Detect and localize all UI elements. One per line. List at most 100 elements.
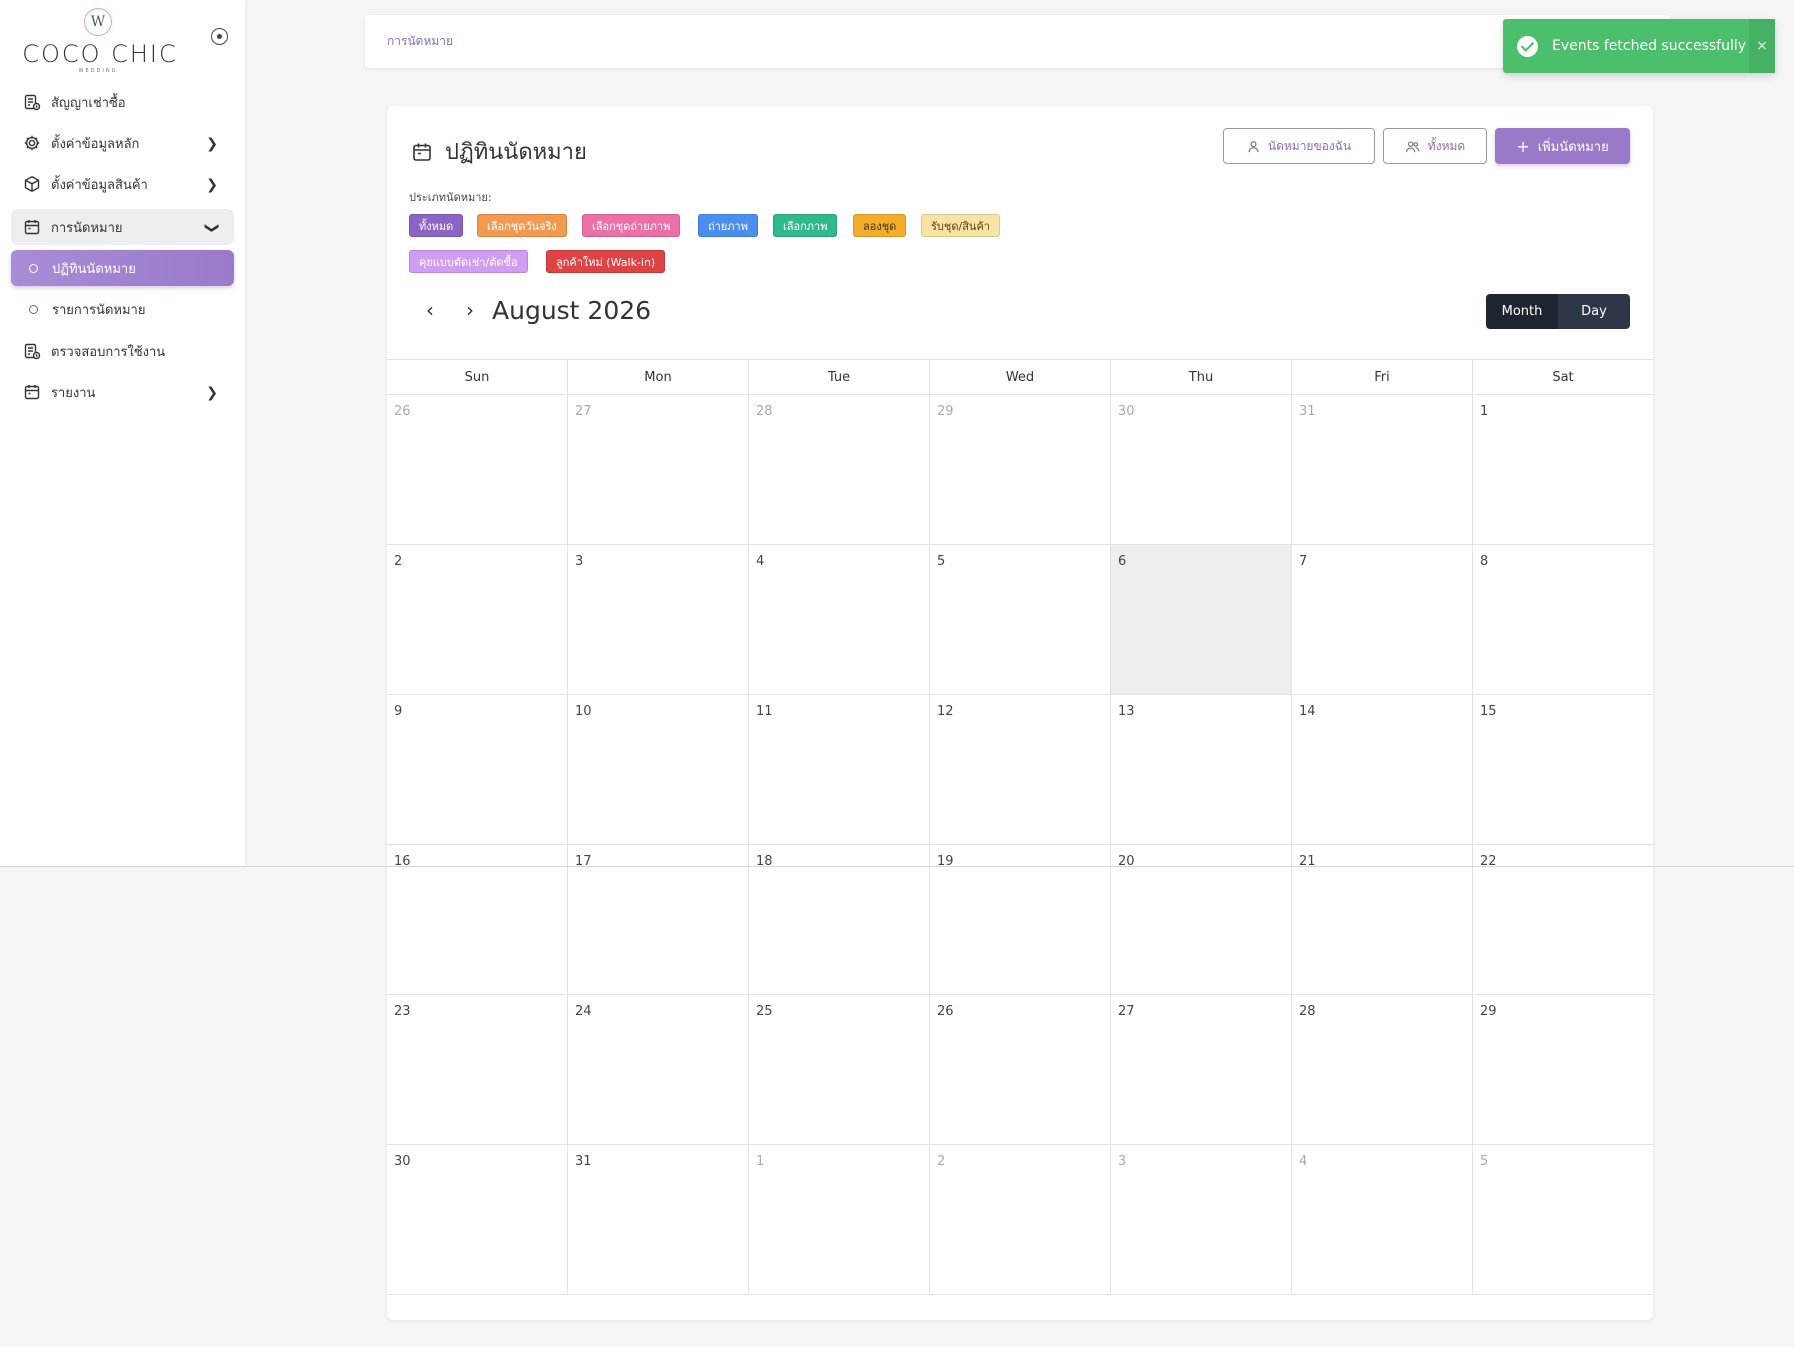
breadcrumb[interactable]: การนัดหมาย [387, 32, 453, 51]
type-chip-photoshoot-dress[interactable]: เลือกชุดถ่ายภาพ [582, 214, 681, 237]
day-number: 28 [1299, 1004, 1316, 1019]
calendar-day-cell[interactable]: 12 [930, 695, 1111, 844]
user-icon [1248, 140, 1259, 152]
sidebar-item-appointment-calendar[interactable]: ปฏิทินนัดหมาย [11, 250, 234, 286]
type-chip-walk-in[interactable]: ลูกค้าใหม่ (Walk-in) [546, 250, 666, 273]
day-view-button[interactable]: Day [1558, 294, 1630, 329]
calendar-week: 26 27 28 29 30 31 1 [387, 395, 1653, 545]
day-number: 6 [1118, 554, 1127, 569]
sidebar-item-appointments[interactable]: การนัดหมาย ❯ [11, 209, 234, 245]
chevron-down-icon: ❯ [204, 222, 221, 234]
type-chip-fitting[interactable]: ลองชุด [853, 214, 907, 237]
calendar-week: 9 10 11 12 13 14 15 [387, 695, 1653, 845]
calendar-day-cell[interactable]: 19 [930, 845, 1111, 994]
calendar-day-cell[interactable]: 3 [1111, 1145, 1292, 1294]
add-appointment-button[interactable]: + เพิ่มนัดหมาย [1495, 128, 1630, 164]
day-number: 26 [937, 1004, 954, 1019]
day-number: 1 [1480, 404, 1489, 419]
toast-close-button[interactable]: × [1749, 19, 1775, 73]
calendar-day-cell[interactable]: 27 [1111, 995, 1292, 1144]
day-number: 2 [937, 1154, 946, 1169]
calendar-day-cell[interactable]: 1 [749, 1145, 930, 1294]
calendar-day-cell[interactable]: 4 [1292, 1145, 1473, 1294]
calendar-week: 2 3 4 5 6 7 8 [387, 545, 1653, 695]
sidebar-item-usage-audit[interactable]: ตรวจสอบการใช้งาน [11, 333, 234, 369]
calendar-day-cell[interactable]: 5 [930, 545, 1111, 694]
calendar-day-cell[interactable]: 28 [749, 395, 930, 544]
calendar-day-cell[interactable]: 25 [749, 995, 930, 1144]
brand-logo[interactable]: W COCO CHIC WEDDING [18, 4, 178, 74]
calendar-day-cell[interactable]: 22 [1473, 845, 1653, 994]
calendar-day-cell[interactable]: 31 [568, 1145, 749, 1294]
day-number: 4 [756, 554, 765, 569]
sidebar-collapse-icon[interactable] [211, 28, 228, 45]
type-chip-pickup[interactable]: รับชุด/สินค้า [921, 214, 1000, 237]
calendar-day-cell[interactable]: 20 [1111, 845, 1292, 994]
day-number: 13 [1118, 704, 1135, 719]
contract-icon [24, 94, 41, 111]
weekday-header: Sun Mon Tue Wed Thu Fri Sat [387, 359, 1653, 395]
calendar-day-cell[interactable]: 24 [568, 995, 749, 1144]
calendar-day-cell[interactable]: 28 [1292, 995, 1473, 1144]
calendar-day-cell[interactable]: 2 [930, 1145, 1111, 1294]
calendar-day-cell[interactable]: 21 [1292, 845, 1473, 994]
type-chip-photo[interactable]: ถ่ายภาพ [698, 214, 758, 237]
calendar-day-cell[interactable]: 30 [1111, 395, 1292, 544]
day-number: 3 [1118, 1154, 1127, 1169]
calendar-day-cell[interactable]: 9 [387, 695, 568, 844]
calendar-day-cell[interactable]: 27 [568, 395, 749, 544]
calendar-day-cell[interactable]: 8 [1473, 545, 1653, 694]
type-chip-wedding-dress[interactable]: เลือกชุดวันจริง [477, 214, 567, 237]
calendar-day-cell[interactable]: 26 [387, 395, 568, 544]
calendar-day-cell[interactable]: 31 [1292, 395, 1473, 544]
day-number: 31 [575, 1154, 592, 1169]
type-chip-consult[interactable]: คุยแบบตัดเช่า/ตัดซื้อ [409, 250, 528, 273]
day-number: 9 [394, 704, 403, 719]
calendar-day-cell[interactable]: 29 [930, 395, 1111, 544]
calendar-day-cell[interactable]: 13 [1111, 695, 1292, 844]
audit-icon [24, 343, 41, 360]
sidebar-item-rental-contract[interactable]: สัญญาเช่าซื้อ [11, 84, 234, 120]
page-title-text: ปฏิทินนัดหมาย [445, 140, 587, 165]
calendar-day-cell[interactable]: 17 [568, 845, 749, 994]
all-appointments-button[interactable]: ทั้งหมด [1383, 128, 1487, 164]
calendar-day-cell[interactable]: 15 [1473, 695, 1653, 844]
calendar-day-cell[interactable]: 2 [387, 545, 568, 694]
calendar-day-cell[interactable]: 23 [387, 995, 568, 1144]
calendar-day-cell[interactable]: 11 [749, 695, 930, 844]
calendar-day-cell[interactable]: 4 [749, 545, 930, 694]
prev-month-icon[interactable]: ‹ [420, 298, 440, 322]
sidebar: W COCO CHIC WEDDING สัญญาเช่าซื้อ ตั้งค่… [0, 0, 245, 866]
sidebar-item-reports[interactable]: รายงาน ❯ [11, 374, 234, 410]
next-month-icon[interactable]: › [460, 298, 480, 322]
type-chip-all[interactable]: ทั้งหมด [409, 214, 464, 237]
type-chip-select-photo[interactable]: เลือกภาพ [773, 214, 838, 237]
calendar-day-cell[interactable]: 14 [1292, 695, 1473, 844]
weekday-label: Wed [930, 360, 1111, 394]
calendar-day-cell[interactable]: 1 [1473, 395, 1653, 544]
calendar-day-cell[interactable]: 29 [1473, 995, 1653, 1144]
my-appointments-button[interactable]: นัดหมายของฉัน [1223, 128, 1375, 164]
calendar-day-cell[interactable]: 7 [1292, 545, 1473, 694]
day-number: 28 [756, 404, 773, 419]
sidebar-item-master-settings[interactable]: ตั้งค่าข้อมูลหลัก ❯ [11, 125, 234, 161]
calendar-day-cell[interactable]: 10 [568, 695, 749, 844]
appointment-type-label: ประเภทนัดหมาย: [409, 191, 492, 204]
page-title: ปฏิทินนัดหมาย [411, 134, 587, 169]
calendar-day-cell[interactable]: 16 [387, 845, 568, 994]
weekday-label: Mon [568, 360, 749, 394]
sidebar-item-appointment-list[interactable]: รายการนัดหมาย [11, 291, 234, 327]
sidebar-item-label: รายงาน [51, 385, 96, 401]
logo-mark: W [84, 8, 112, 36]
calendar-day-cell[interactable]: 6 [1111, 545, 1292, 694]
sidebar-item-product-settings[interactable]: ตั้งค่าข้อมูลสินค้า ❯ [11, 166, 234, 202]
calendar-day-cell[interactable]: 18 [749, 845, 930, 994]
calendar-day-cell[interactable]: 30 [387, 1145, 568, 1294]
month-view-button[interactable]: Month [1486, 294, 1558, 329]
calendar-day-cell[interactable]: 26 [930, 995, 1111, 1144]
weekday-label: Fri [1292, 360, 1473, 394]
calendar-day-cell[interactable]: 5 [1473, 1145, 1653, 1294]
day-number: 30 [1118, 404, 1135, 419]
calendar-day-cell[interactable]: 3 [568, 545, 749, 694]
sidebar-item-label: การนัดหมาย [51, 220, 123, 236]
